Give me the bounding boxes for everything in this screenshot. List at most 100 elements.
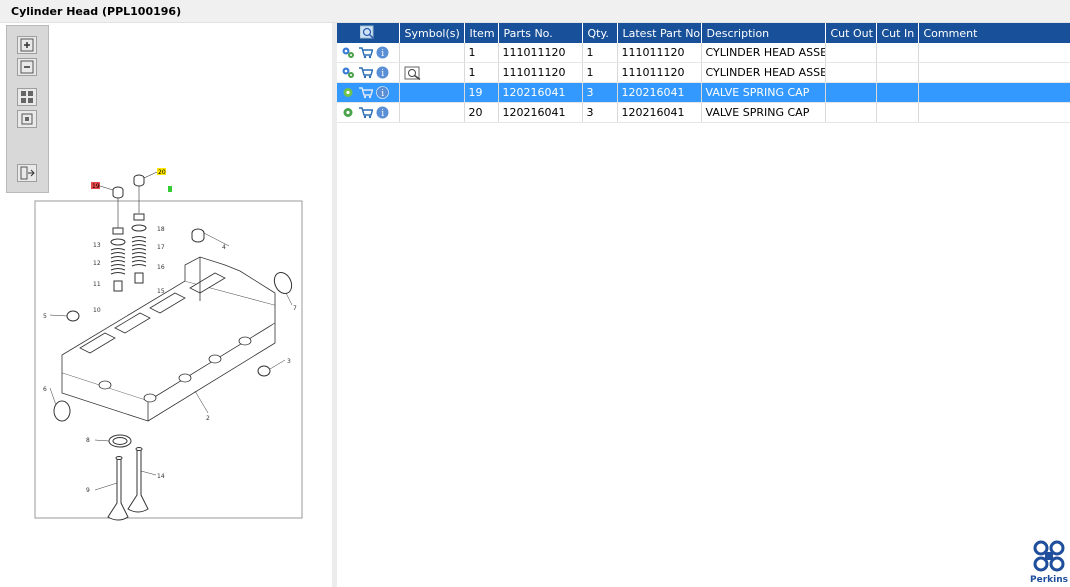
cell-item: 20 [464, 102, 499, 123]
cell-cut-out [825, 62, 877, 83]
cell-cut-out [825, 43, 877, 63]
cell-item: 1 [464, 43, 499, 63]
callout-10: 10 [93, 307, 101, 314]
cart-icon[interactable] [358, 86, 373, 99]
cell-cut-out [825, 82, 877, 103]
cart-icon[interactable] [358, 66, 373, 79]
gears-icon[interactable] [341, 46, 355, 59]
svg-text:i: i [381, 49, 384, 59]
callout-2: 2 [206, 415, 210, 422]
table-row[interactable]: i 1 111011120 1 111011120 CYLINDER HEAD … [337, 62, 1070, 83]
svg-text:i: i [381, 69, 384, 79]
table-header-row: Symbol(s) Item Parts No. Qty. Latest Par… [337, 23, 1070, 43]
cell-description: CYLINDER HEAD ASSEM [701, 43, 826, 63]
cell-comment [918, 82, 1070, 103]
cell-latest-part-no: 111011120 [617, 62, 702, 83]
gear-icon[interactable] [341, 106, 355, 119]
cell-cut-in [876, 82, 919, 103]
title-bar: Cylinder Head (PPL100196) [0, 0, 1070, 23]
cell-description: CYLINDER HEAD ASSEM [701, 62, 826, 83]
fit-all-button[interactable] [17, 88, 37, 106]
cell-latest-part-no: 120216041 [617, 82, 702, 103]
gears-icon[interactable] [341, 66, 355, 79]
parts-table: Symbol(s) Item Parts No. Qty. Latest Par… [337, 23, 1070, 123]
info-icon[interactable]: i [376, 66, 389, 79]
cell-comment [918, 102, 1070, 123]
callout-3: 3 [287, 358, 291, 365]
row-symbols [399, 82, 465, 103]
column-header-item[interactable]: Item [464, 23, 499, 43]
cell-qty: 1 [582, 62, 618, 83]
table-row[interactable]: i 20 120216041 3 120216041 VALVE SPRING … [337, 102, 1070, 123]
table-row[interactable]: i 1 111011120 1 111011120 CYLINDER HEAD … [337, 43, 1070, 63]
column-header-description[interactable]: Description [701, 23, 826, 43]
plus-icon [20, 38, 34, 52]
green-marker [168, 186, 172, 192]
cell-comment [918, 62, 1070, 83]
perkins-logo: Perkins [1030, 539, 1068, 585]
column-header-actions[interactable] [337, 23, 400, 43]
callout-5: 5 [43, 313, 47, 320]
exploded-parts-diagram[interactable]: 19 20 13 12 11 10 18 17 16 15 4 7 5 3 6 … [0, 153, 332, 523]
zoom-in-button[interactable] [17, 36, 37, 54]
column-header-symbols[interactable]: Symbol(s) [399, 23, 465, 43]
cell-latest-part-no: 111011120 [617, 43, 702, 63]
gear-icon[interactable] [341, 86, 355, 99]
cell-cut-in [876, 43, 919, 63]
info-icon[interactable]: i [376, 86, 389, 99]
cell-comment [918, 43, 1070, 63]
column-header-latest-part-no[interactable]: Latest Part No. [617, 23, 702, 43]
callout-19: 19 [92, 183, 100, 190]
callout-18: 18 [157, 226, 165, 233]
cell-parts-no: 111011120 [498, 62, 583, 83]
cart-icon[interactable] [358, 106, 373, 119]
cell-qty: 1 [582, 43, 618, 63]
search-parts-icon [359, 25, 374, 39]
drawing-pane[interactable]: 19 20 13 12 11 10 18 17 16 15 4 7 5 3 6 … [0, 23, 332, 587]
grid-icon [21, 91, 33, 103]
column-header-parts-no[interactable]: Parts No. [498, 23, 583, 43]
svg-text:i: i [381, 109, 384, 119]
callout-12: 12 [93, 260, 101, 267]
cart-icon[interactable] [358, 46, 373, 59]
cell-cut-out [825, 102, 877, 123]
cell-cut-in [876, 62, 919, 83]
column-header-cut-in[interactable]: Cut In [876, 23, 919, 43]
cell-description: VALVE SPRING CAP [701, 102, 826, 123]
row-symbols [399, 62, 465, 83]
cell-qty: 3 [582, 82, 618, 103]
column-header-cut-out[interactable]: Cut Out [825, 23, 877, 43]
row-symbols [399, 43, 465, 63]
cell-parts-no: 120216041 [498, 82, 583, 103]
callout-20: 20 [158, 169, 166, 176]
row-actions: i [337, 43, 400, 63]
callout-11: 11 [93, 281, 101, 288]
callout-17: 17 [157, 244, 165, 251]
column-header-qty[interactable]: Qty. [582, 23, 618, 43]
fit-window-button[interactable] [17, 110, 37, 128]
row-actions: i [337, 62, 400, 83]
column-header-comment[interactable]: Comment [918, 23, 1070, 43]
callout-8: 8 [86, 437, 90, 444]
cell-qty: 3 [582, 102, 618, 123]
cell-item: 19 [464, 82, 499, 103]
callout-14: 14 [157, 473, 165, 480]
callout-16: 16 [157, 264, 165, 271]
zoom-out-button[interactable] [17, 58, 37, 76]
parts-list-pane: Symbol(s) Item Parts No. Qty. Latest Par… [337, 23, 1070, 587]
table-row-selected[interactable]: i 19 120216041 3 120216041 VALVE SPRING … [337, 82, 1070, 103]
cell-description: VALVE SPRING CAP [701, 82, 826, 103]
cell-latest-part-no: 120216041 [617, 102, 702, 123]
callout-9: 9 [86, 487, 90, 494]
cell-parts-no: 120216041 [498, 102, 583, 123]
row-actions: i [337, 102, 400, 123]
callout-7: 7 [293, 305, 297, 312]
info-icon[interactable]: i [376, 106, 389, 119]
illustration-symbol-icon[interactable] [404, 66, 422, 80]
square-icon [21, 113, 33, 125]
info-icon[interactable]: i [376, 46, 389, 59]
row-actions: i [337, 82, 400, 103]
minus-icon [20, 60, 34, 74]
callout-13: 13 [93, 242, 101, 249]
cell-item: 1 [464, 62, 499, 83]
